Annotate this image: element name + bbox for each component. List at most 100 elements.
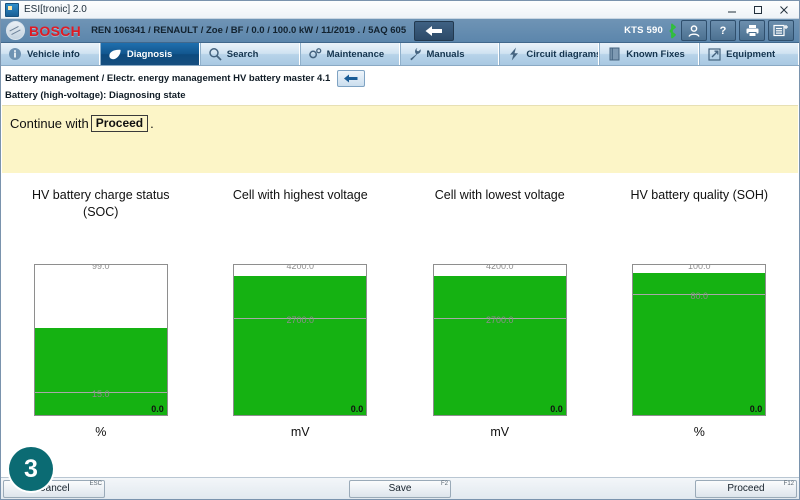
gauge-fill xyxy=(34,328,167,415)
close-icon[interactable] xyxy=(771,2,797,18)
gauge-column-highest-cell: Cell with highest voltage 4200.0 2700.0 … xyxy=(201,187,401,448)
back-arrow-icon xyxy=(344,74,358,83)
tab-known-fixes[interactable]: Known Fixes xyxy=(599,43,700,65)
proceed-label: Proceed xyxy=(727,483,765,494)
gauge-min-label: 0.0 xyxy=(550,404,563,414)
protocol-button[interactable] xyxy=(768,20,794,41)
window-title: ESI[tronic] 2.0 xyxy=(24,4,87,15)
tab-label: Circuit diagrams xyxy=(526,48,600,60)
info-icon xyxy=(8,47,22,61)
gauge-unit: mV xyxy=(490,425,510,439)
breadcrumb-area: Battery management / Electr. energy mana… xyxy=(1,66,799,103)
maximize-icon[interactable] xyxy=(745,2,771,18)
gauge-max-label: 4200.0 xyxy=(286,264,315,271)
help-button[interactable]: ? xyxy=(710,20,736,41)
save-shortcut: F2 xyxy=(440,480,448,487)
tab-circuit-diagrams[interactable]: Circuit diagrams xyxy=(499,43,600,65)
list-plus-icon xyxy=(773,24,788,37)
tab-label: Vehicle info xyxy=(27,48,80,60)
breadcrumb: Battery management / Electr. energy mana… xyxy=(5,70,799,87)
step-badge: 3 xyxy=(9,447,53,491)
gears-icon xyxy=(308,47,322,61)
diagnosis-state-row: Battery (high-voltage): Diagnosing state xyxy=(5,87,799,103)
gauge-mid-label: 2700.0 xyxy=(286,315,315,325)
esitronic-icon xyxy=(5,2,19,17)
main-tab-bar: Vehicle info Diagnosis Search Maintenanc… xyxy=(1,43,799,66)
gauge-max-label: 99.0 xyxy=(91,264,110,271)
minimize-icon[interactable] xyxy=(719,2,745,18)
proceed-button[interactable]: Proceed F12 xyxy=(695,479,797,498)
breadcrumb-path: Battery management / Electr. energy mana… xyxy=(5,73,331,84)
window-controls xyxy=(719,2,797,18)
instruction-panel: Continue with Proceed . xyxy=(2,105,798,173)
back-arrow-icon xyxy=(425,25,443,36)
vehicle-info-text: REN 106341 / RENAULT / Zoe / BF / 0.0 / … xyxy=(91,25,407,36)
gauge-title: HV battery quality (SOH) xyxy=(614,187,784,223)
tab-diagnosis[interactable]: Diagnosis xyxy=(99,43,200,65)
tab-equipment[interactable]: Equipment xyxy=(699,43,799,65)
gauge-mid-label: 15.0 xyxy=(91,388,110,399)
leaf-icon xyxy=(108,47,122,61)
gauge-title-text: HV battery charge status (SOC) xyxy=(31,188,170,219)
user-button[interactable] xyxy=(681,20,707,41)
tab-vehicle-info[interactable]: Vehicle info xyxy=(1,43,100,65)
instruction-proceed-chip: Proceed xyxy=(90,115,149,132)
gauge-mid-label: 80.0 xyxy=(690,291,709,301)
gauge-column-soh: HV battery quality (SOH) 100.0 80.0 0.0 … xyxy=(600,187,800,448)
tab-label: Manuals xyxy=(426,48,465,60)
gauge-title: Cell with lowest voltage xyxy=(415,187,585,223)
bosch-logo-icon xyxy=(6,21,25,40)
gauge-soc: 99.0 15.0 0.0 xyxy=(33,264,168,416)
tab-search[interactable]: Search xyxy=(199,43,300,65)
instruction-line: Continue with Proceed . xyxy=(10,115,798,132)
header-back-button[interactable] xyxy=(414,20,455,41)
proceed-shortcut: F12 xyxy=(783,480,794,487)
gauge-min-label: 0.0 xyxy=(749,404,763,414)
gauge-fill xyxy=(234,275,367,415)
gauge-min-label: 0.0 xyxy=(151,404,164,414)
gauge-column-soc: HV battery charge status (SOC) 99.0 15.0 … xyxy=(1,187,201,448)
tab-manuals[interactable]: Manuals xyxy=(399,43,500,65)
gauge-fill xyxy=(433,275,566,415)
bottom-toolbar: Cancel ESC Save F2 Proceed F12 xyxy=(1,477,799,499)
header-actions: KTS 590 ? xyxy=(624,20,796,41)
cancel-shortcut: ESC xyxy=(89,480,102,487)
magnifier-icon xyxy=(208,47,222,61)
tab-label: Equipment xyxy=(726,48,776,60)
esitronic-window: ESI[tronic] 2.0 BOSCH REN 106341 / RENAU… xyxy=(0,0,800,500)
tab-label: Maintenance xyxy=(326,48,385,60)
instruction-prefix: Continue with xyxy=(10,116,89,131)
save-button[interactable]: Save F2 xyxy=(349,479,451,498)
diagnosis-state-text: Battery (high-voltage): Diagnosing state xyxy=(5,89,186,101)
gauge-chart-area: HV battery charge status (SOC) 99.0 15.0 … xyxy=(1,173,799,448)
bosch-wordmark: BOSCH xyxy=(29,22,82,39)
gauge-max-label: 4200.0 xyxy=(485,264,514,271)
question-mark-icon: ? xyxy=(719,24,727,37)
gauge-title: HV battery charge status (SOC) xyxy=(16,187,186,223)
user-icon xyxy=(688,24,700,37)
gauge-highest-cell: 4200.0 2700.0 0.0 xyxy=(233,264,368,416)
breadcrumb-back-button[interactable] xyxy=(337,70,366,87)
window-title-bar: ESI[tronic] 2.0 xyxy=(1,1,799,19)
gauge-unit: % xyxy=(95,425,107,439)
instruction-suffix: . xyxy=(150,116,154,131)
gauge-unit: % xyxy=(693,425,705,439)
external-link-icon xyxy=(707,47,721,61)
wrench-icon xyxy=(408,47,422,61)
gauge-title-text: HV battery quality (SOH) xyxy=(630,188,769,202)
bluetooth-icon xyxy=(666,23,678,39)
print-button[interactable] xyxy=(739,20,765,41)
bosch-header: BOSCH REN 106341 / RENAULT / Zoe / BF / … xyxy=(1,19,799,43)
printer-icon xyxy=(746,25,758,37)
tab-label: Known Fixes xyxy=(626,48,685,60)
tab-maintenance[interactable]: Maintenance xyxy=(299,43,400,65)
gauge-lowest-cell: 4200.0 2700.0 0.0 xyxy=(432,264,567,416)
gauge-title-text: Cell with lowest voltage xyxy=(434,188,565,202)
gauge-unit: mV xyxy=(290,425,310,439)
gauge-column-lowest-cell: Cell with lowest voltage 4200.0 2700.0 0… xyxy=(400,187,600,448)
gauge-min-label: 0.0 xyxy=(350,404,364,414)
gauge-title-text: Cell with highest voltage xyxy=(232,188,368,202)
gauge-title: Cell with highest voltage xyxy=(215,187,385,223)
gauge-soh: 100.0 80.0 0.0 xyxy=(632,264,767,416)
gauge-mid-label: 2700.0 xyxy=(485,315,514,325)
